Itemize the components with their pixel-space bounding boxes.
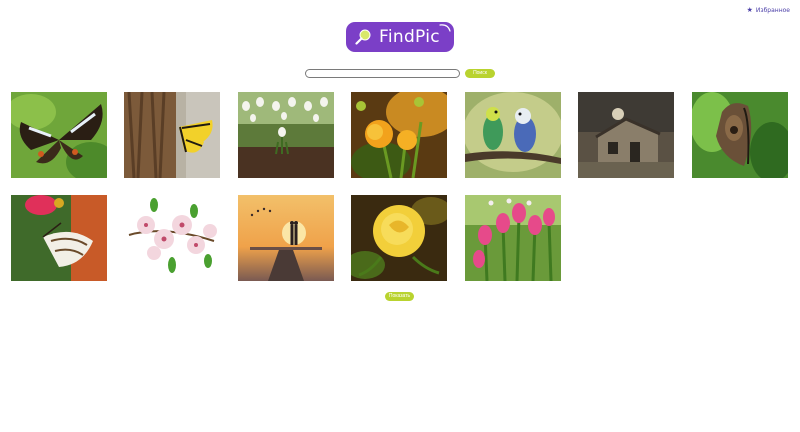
search-button[interactable]: Поиск xyxy=(465,69,495,78)
gallery-image-couple-sunset[interactable] xyxy=(238,195,334,281)
logo: FindPic xyxy=(346,22,454,52)
gallery-image-butterfly-leaf[interactable] xyxy=(692,92,788,178)
gallery-image-butterfly-bark[interactable] xyxy=(124,92,220,178)
gallery-image-butterfly[interactable] xyxy=(11,92,107,178)
favorites-link[interactable]: ★ Избранное xyxy=(746,6,790,15)
favorites-label: Избранное xyxy=(755,7,790,14)
star-icon: ★ xyxy=(746,6,753,14)
gallery-image-yellow-flowers[interactable] xyxy=(351,92,447,178)
gallery-image-snowdrops[interactable] xyxy=(238,92,334,178)
search-input[interactable] xyxy=(305,69,460,78)
gallery-image-tulips[interactable] xyxy=(465,195,561,281)
magnifier-icon xyxy=(355,29,371,45)
gallery-image-yellow-rose[interactable] xyxy=(351,195,447,281)
gallery-image-budgerigars[interactable] xyxy=(465,92,561,178)
gallery-image-old-house[interactable] xyxy=(578,92,674,178)
page: ★ Избранное FindPic Поиск Показать xyxy=(0,0,800,432)
gallery-image-blossom-branch[interactable] xyxy=(124,195,220,281)
gallery-image-butterfly-flower[interactable] xyxy=(11,195,107,281)
logo-arc-decoration xyxy=(439,24,451,32)
logo-text: FindPic xyxy=(379,27,440,47)
show-more-button[interactable]: Показать xyxy=(385,292,414,301)
